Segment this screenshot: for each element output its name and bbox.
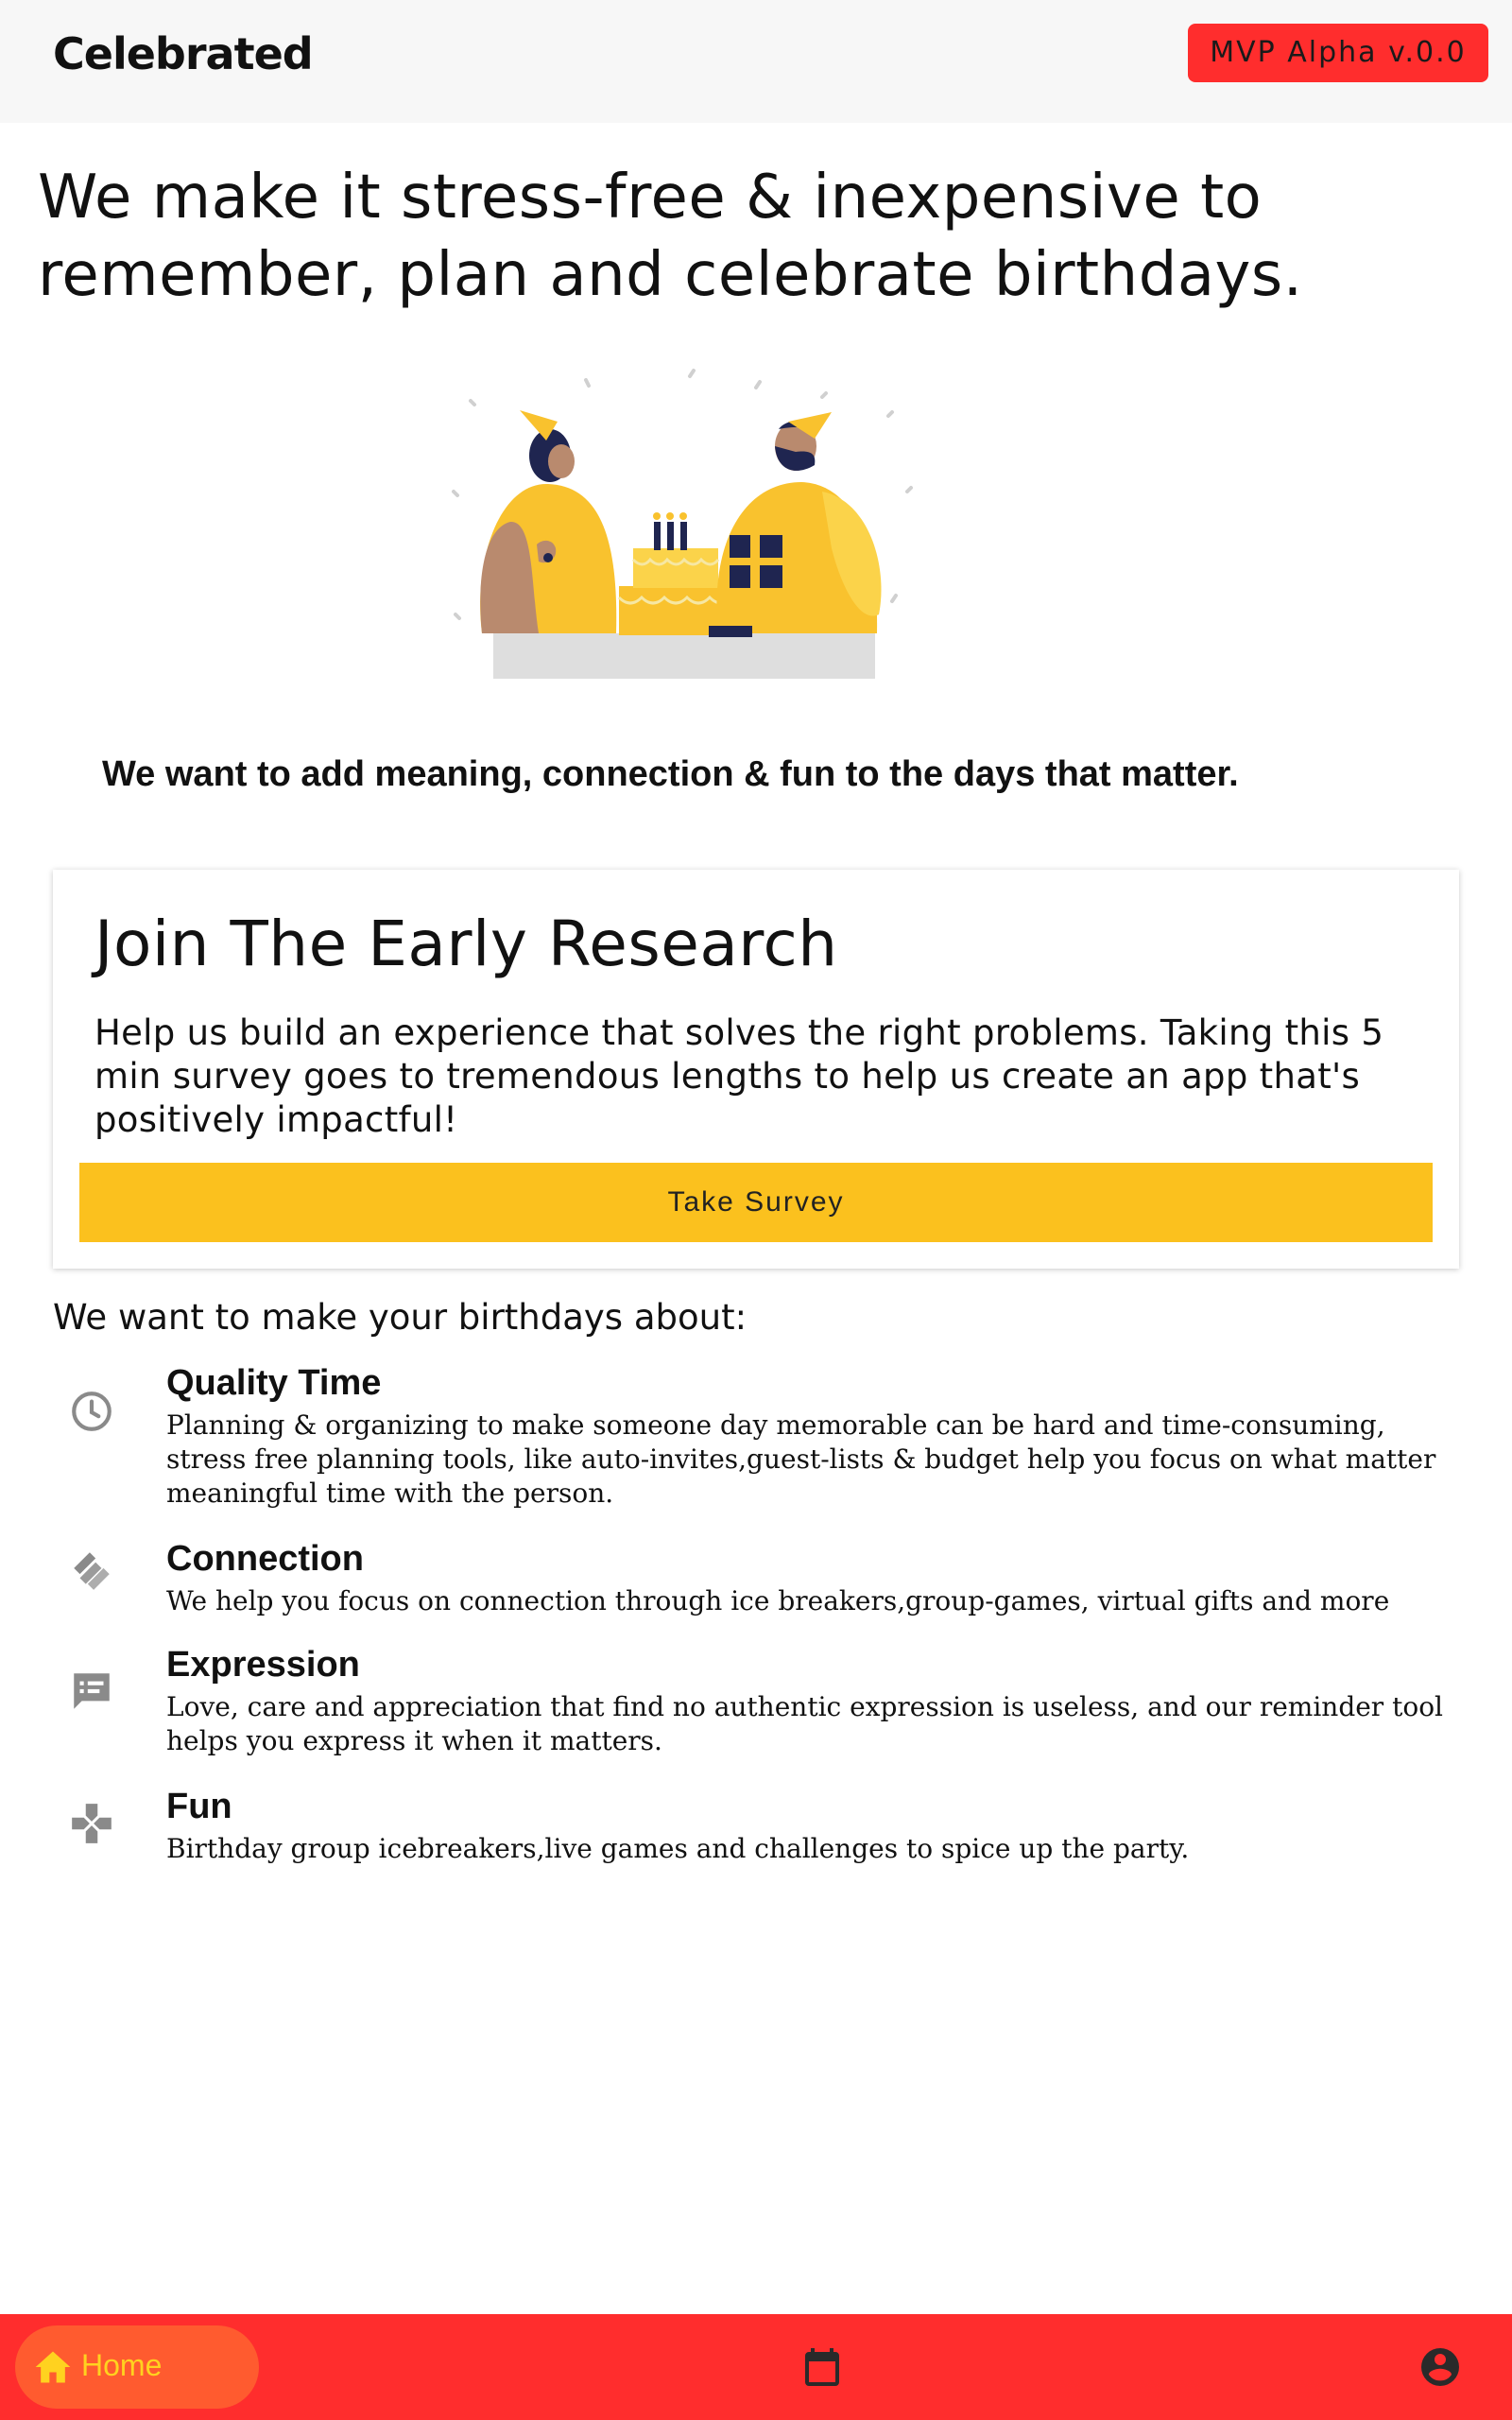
research-card-title: Join The Early Research <box>94 908 838 980</box>
feedback-icon <box>68 1668 115 1715</box>
features-heading: We want to make your birthdays about: <box>53 1297 747 1338</box>
take-survey-button[interactable]: Take Survey <box>79 1163 1433 1242</box>
research-card-body: Help us build an experience that solves … <box>94 1012 1384 1140</box>
feature-description: Birthday group icebreakers,live games an… <box>166 1833 1190 1864</box>
account-circle-icon[interactable] <box>1418 2344 1463 2390</box>
feature-description: Planning & organizing to make someone da… <box>166 1409 1436 1509</box>
feature-description: We help you focus on connection through … <box>166 1585 1390 1616</box>
research-card: Join The Early Research Help us build an… <box>53 870 1459 1269</box>
clock-icon <box>68 1388 115 1435</box>
nav-home-button[interactable]: Home <box>15 2325 259 2409</box>
gamepad-icon <box>68 1800 115 1847</box>
birthday-celebration-illustration <box>444 359 917 690</box>
bottom-navigation: Home <box>0 2314 1512 2420</box>
mission-statement: We want to add meaning, connection & fun… <box>102 754 1239 794</box>
feature-title: Connection <box>166 1539 364 1579</box>
version-badge-button[interactable]: MVP Alpha v.0.0 <box>1188 24 1488 82</box>
nav-home-label: Home <box>81 2348 163 2382</box>
app-title: Celebrated <box>53 28 314 79</box>
calendar-icon[interactable] <box>799 2344 845 2390</box>
home-icon <box>32 2346 74 2388</box>
hero-headline: We make it stress-free & inexpensive to … <box>38 163 1303 310</box>
feature-title: Fun <box>166 1787 232 1826</box>
feature-title: Expression <box>166 1645 360 1685</box>
app-bar: Celebrated MVP Alpha v.0.0 <box>0 0 1512 123</box>
feature-description: Love, care and appreciation that find no… <box>166 1691 1444 1756</box>
handshake-icon <box>68 1547 115 1594</box>
feature-title: Quality Time <box>166 1363 382 1403</box>
